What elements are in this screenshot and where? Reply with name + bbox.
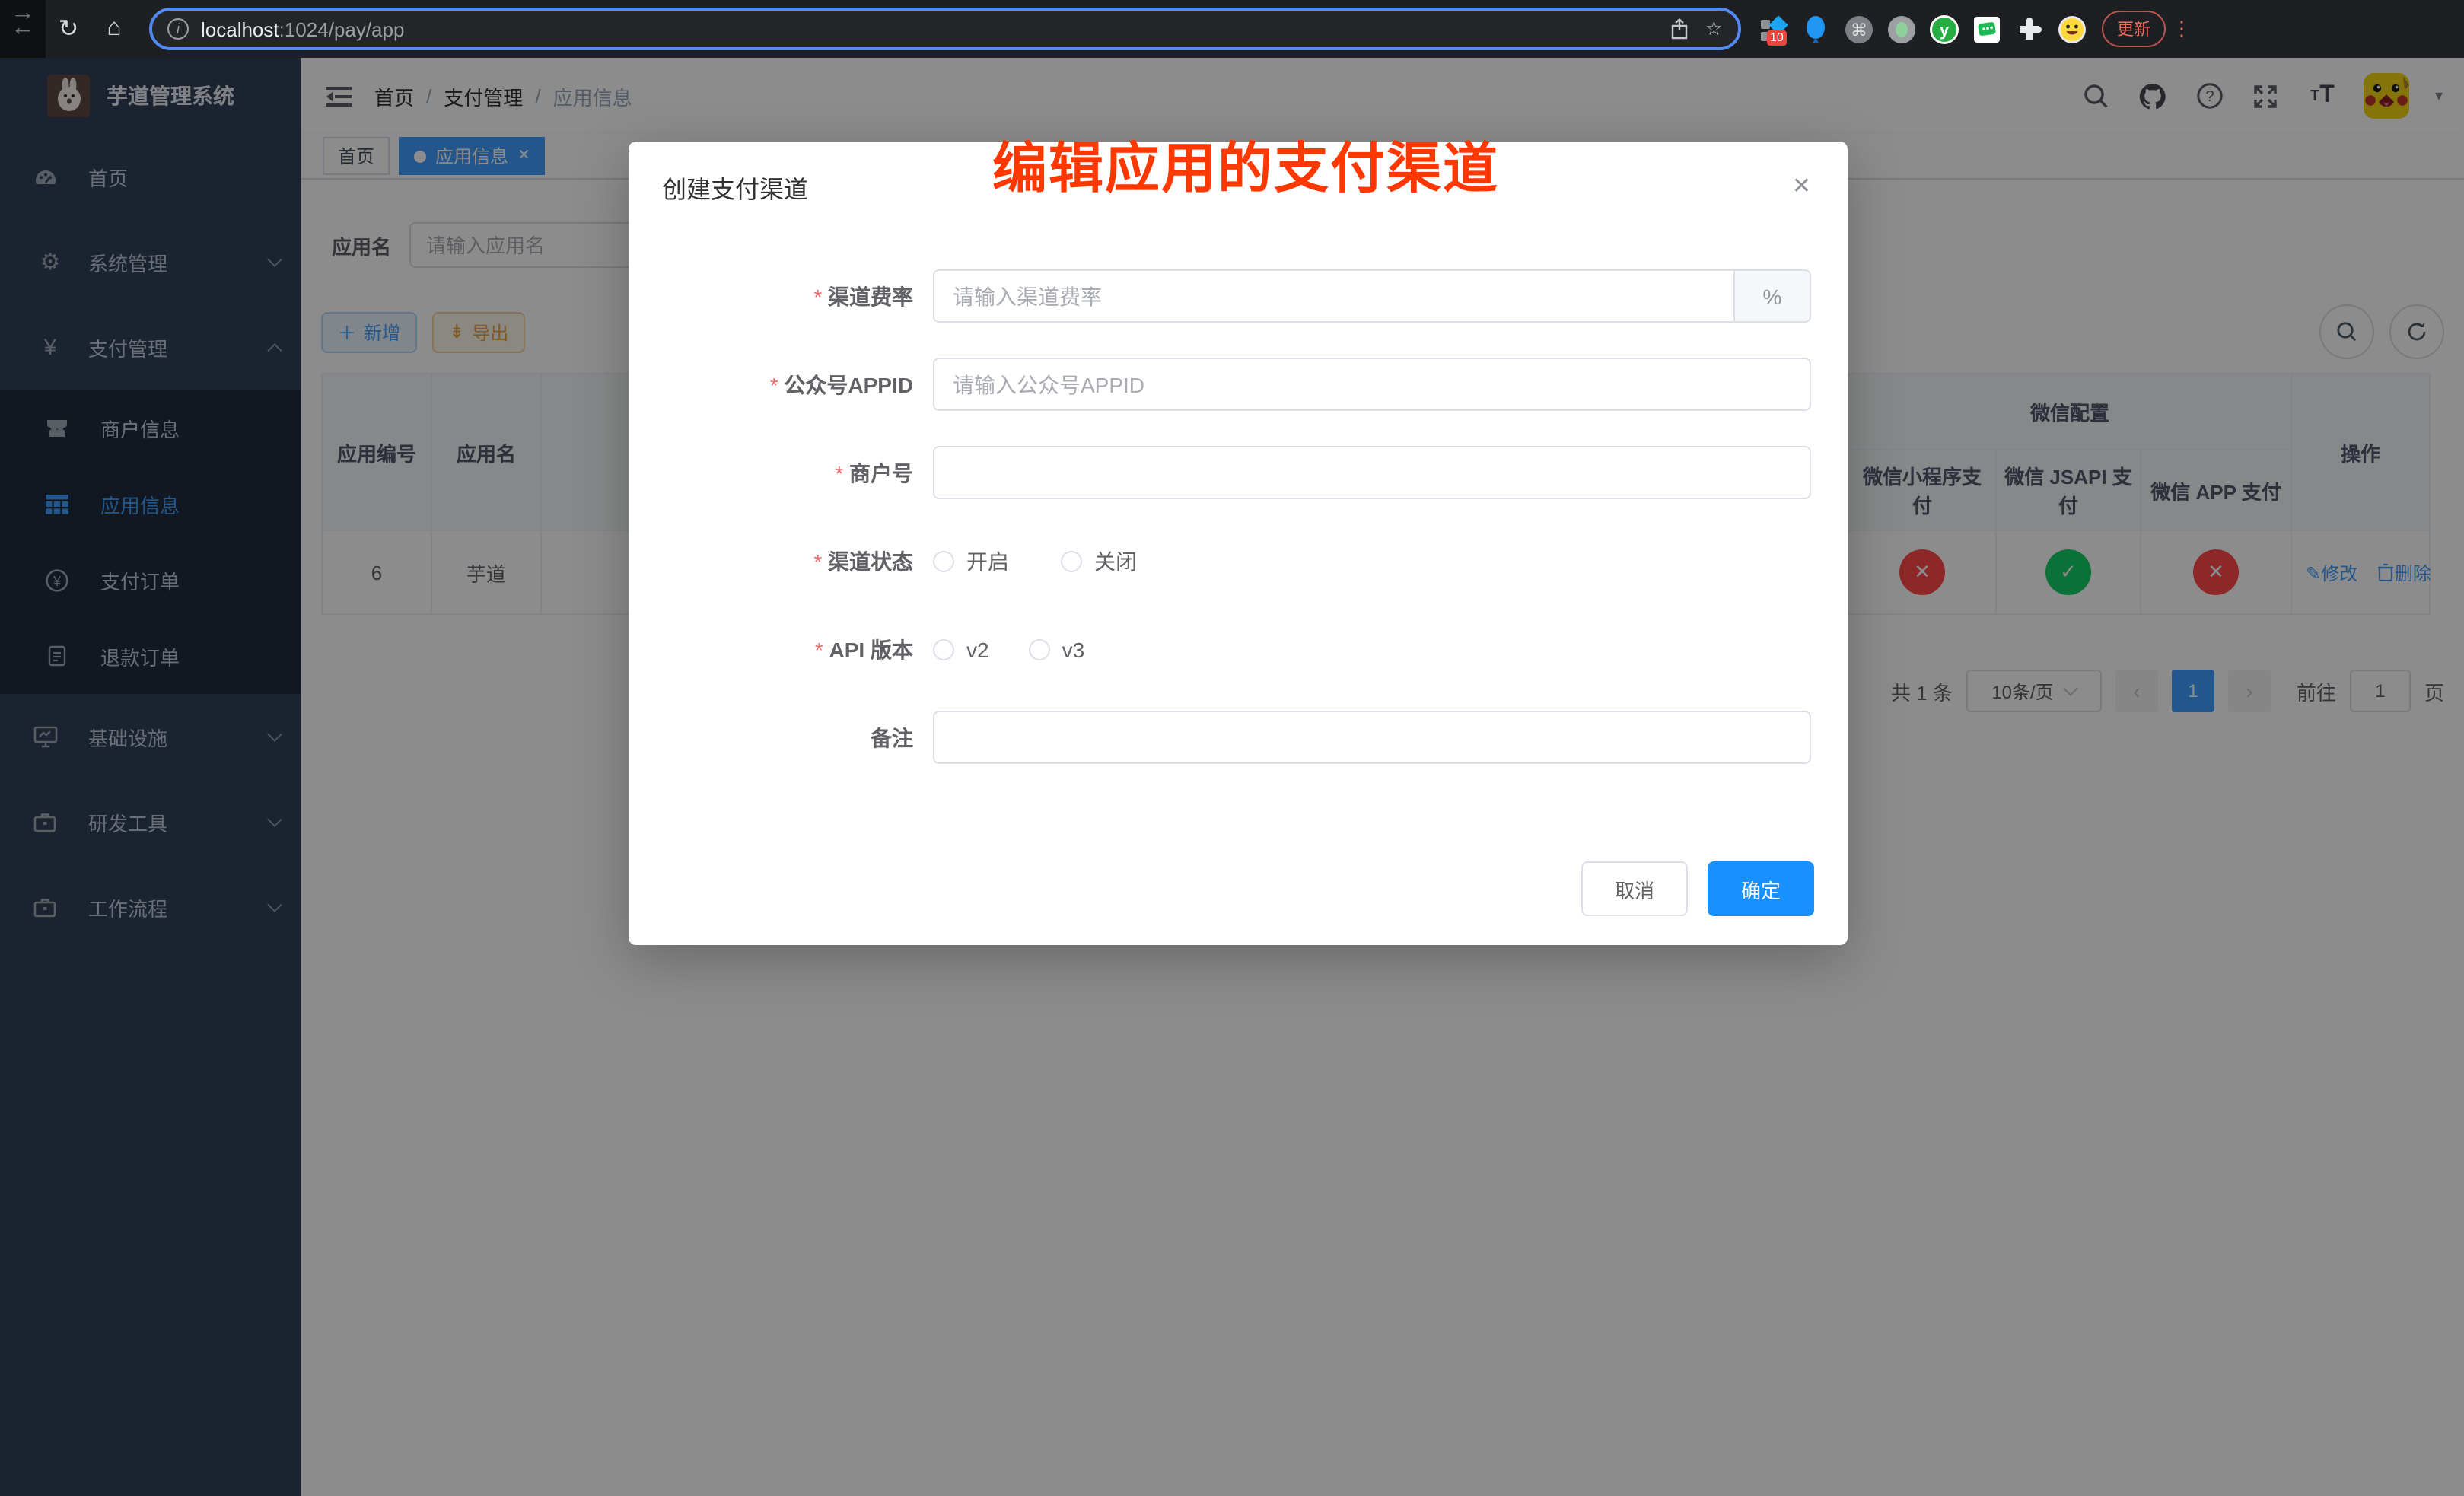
screen: ← → ↻ ⌂ i localhost:1024/pay/app ☆ 10 ⌘ <box>0 0 2464 1496</box>
form-row-rate: 渠道费率 % <box>662 269 1814 323</box>
browser-menu-icon[interactable]: ⋮ <box>2172 17 2192 41</box>
annotation-text: 编辑应用的支付渠道 <box>992 125 1499 204</box>
remark-input[interactable] <box>933 711 1811 764</box>
browser-home-icon[interactable]: ⌂ <box>91 15 137 43</box>
cancel-button[interactable]: 取消 <box>1581 861 1688 916</box>
appid-input[interactable] <box>933 358 1811 411</box>
extension-balloon-icon[interactable] <box>1802 14 1831 43</box>
extension-y-icon[interactable]: y <box>1930 14 1959 43</box>
extension-toolbar: 10 ⌘ y <box>1759 14 2087 43</box>
share-icon[interactable] <box>1670 18 1690 40</box>
radio-label: 关闭 <box>1094 546 1137 576</box>
bookmark-star-icon[interactable]: ☆ <box>1705 17 1723 41</box>
browser-forward-icon[interactable]: → <box>0 0 46 58</box>
extension-diamond-icon[interactable]: 10 <box>1759 14 1788 43</box>
radio-label: 开启 <box>966 546 1009 576</box>
merchant-input[interactable] <box>933 446 1811 499</box>
app-shell: 芋道管理系统 首页 ⚙ 系统管理 ¥ 支付管理 <box>0 58 2464 1496</box>
radio-circle-icon <box>1061 550 1082 571</box>
create-channel-dialog: 创建支付渠道 ✕ 渠道费率 % 公众号APPID 商户 <box>629 142 1848 945</box>
form-row-merchant: 商户号 <box>662 446 1814 499</box>
confirm-button[interactable]: 确定 <box>1708 861 1814 916</box>
rate-label: 渠道费率 <box>662 281 933 311</box>
address-bar[interactable]: i localhost:1024/pay/app ☆ <box>149 8 1741 50</box>
merchant-label: 商户号 <box>662 457 933 488</box>
form-row-api: API 版本 v2 v3 <box>662 622 1814 676</box>
rate-input[interactable] <box>933 269 1735 323</box>
radio-status-closed[interactable]: 关闭 <box>1061 546 1137 576</box>
appid-label: 公众号APPID <box>662 369 933 399</box>
radio-circle-icon <box>933 550 954 571</box>
radio-status-open[interactable]: 开启 <box>933 546 1009 576</box>
form-row-remark: 备注 <box>662 711 1814 764</box>
svg-text:y: y <box>1940 20 1950 39</box>
radio-api-v2[interactable]: v2 <box>933 637 989 661</box>
extension-dot-icon[interactable] <box>1887 14 1916 43</box>
form-row-appid: 公众号APPID <box>662 358 1814 411</box>
extension-chat-icon[interactable] <box>1972 14 2001 43</box>
status-label: 渠道状态 <box>662 546 933 576</box>
percent-append: % <box>1735 269 1811 323</box>
extension-command-icon[interactable]: ⌘ <box>1845 14 1873 43</box>
close-dialog-icon[interactable]: ✕ <box>1792 172 1811 199</box>
extensions-puzzle-icon[interactable] <box>2015 14 2044 43</box>
radio-label: v3 <box>1062 637 1085 661</box>
url-path: :1024/pay/app <box>279 18 405 40</box>
browser-chrome: ← → ↻ ⌂ i localhost:1024/pay/app ☆ 10 ⌘ <box>0 0 2464 58</box>
radio-label: v2 <box>966 637 989 661</box>
url-host: localhost <box>201 18 279 40</box>
site-info-icon[interactable]: i <box>167 18 189 40</box>
radio-api-v3[interactable]: v3 <box>1029 637 1085 661</box>
api-version-label: API 版本 <box>662 634 933 664</box>
profile-emoji-icon[interactable] <box>2058 14 2087 43</box>
remark-label: 备注 <box>662 722 933 753</box>
svg-text:⌘: ⌘ <box>1851 20 1867 39</box>
browser-refresh-icon[interactable]: ↻ <box>46 14 91 44</box>
browser-update-button[interactable]: 更新 <box>2102 11 2166 47</box>
radio-circle-icon <box>1029 638 1050 660</box>
radio-circle-icon <box>933 638 954 660</box>
form-row-status: 渠道状态 开启 关闭 <box>662 534 1814 587</box>
extension-badge: 10 <box>1767 30 1787 45</box>
